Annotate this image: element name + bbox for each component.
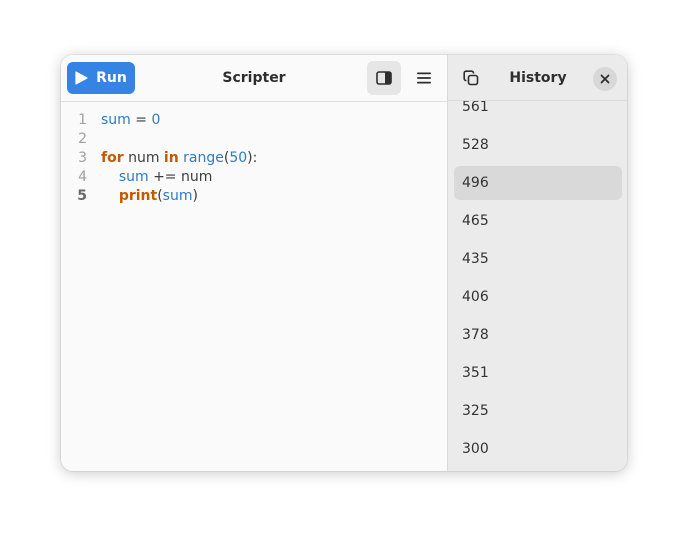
code-token: sum (118, 169, 149, 185)
play-icon (75, 71, 88, 85)
hamburger-menu-icon (417, 72, 431, 84)
history-item[interactable]: 351 (454, 356, 622, 390)
history-item[interactable]: 406 (454, 280, 622, 314)
copy-button[interactable] (454, 61, 488, 95)
history-item[interactable]: 528 (454, 128, 622, 162)
run-button[interactable]: Run (67, 62, 135, 94)
code-token: for (101, 150, 124, 166)
history-sidebar: History 561 528 496 465 435 406 378 351 325 300 (447, 55, 627, 471)
copy-icon (463, 70, 479, 86)
code-text: for num in range(50): (101, 149, 257, 168)
code-text: sum += num (101, 168, 213, 187)
line-number: 5 (77, 188, 87, 204)
history-list-content: 561 528 496 465 435 406 378 351 325 300 (448, 101, 627, 470)
code-text: print(sum) (101, 187, 198, 206)
code-text: sum = 0 (101, 111, 160, 130)
code-token: in (163, 150, 179, 166)
code-token: 50 (229, 150, 248, 166)
history-item[interactable]: 496 (454, 166, 622, 200)
code-line[interactable]: 5 print(sum) (61, 187, 447, 206)
history-item[interactable]: 435 (454, 242, 622, 276)
history-item[interactable]: 561 (454, 101, 622, 124)
code-line[interactable]: 1 sum = 0 (61, 111, 447, 130)
code-token: sum (101, 112, 131, 128)
code-token: range (183, 150, 224, 166)
history-list[interactable]: 561 528 496 465 435 406 378 351 325 300 (448, 101, 627, 471)
sidebar-panel-icon (376, 71, 392, 85)
line-number: 3 (78, 150, 87, 166)
code-token: += num (148, 169, 213, 185)
history-item[interactable]: 300 (454, 432, 622, 466)
code-token: ): (247, 150, 258, 166)
main-header-bar: Run Scripter (61, 55, 447, 102)
main-pane: Run Scripter 1 sum = 0 2 3 for num in range(… (61, 55, 447, 471)
run-button-label: Run (96, 70, 127, 86)
code-line[interactable]: 4 sum += num (61, 168, 447, 187)
code-token: sum (162, 188, 193, 204)
code-token: print (118, 188, 158, 204)
close-icon (600, 74, 610, 84)
main-menu-button[interactable] (407, 61, 441, 95)
history-item[interactable]: 325 (454, 394, 622, 428)
code-line[interactable]: 2 (61, 130, 447, 149)
code-token: = (130, 112, 152, 128)
history-item[interactable]: 378 (454, 318, 622, 352)
line-number: 1 (78, 112, 87, 128)
sidebar-toggle-button[interactable] (367, 61, 401, 95)
history-item[interactable]: 465 (454, 204, 622, 238)
history-header-bar: History (448, 55, 627, 101)
code-editor[interactable]: 1 sum = 0 2 3 for num in range(50): 4 sum += … (61, 102, 447, 471)
line-number: 4 (78, 169, 87, 185)
close-sidebar-button[interactable] (593, 67, 617, 91)
code-line[interactable]: 3 for num in range(50): (61, 149, 447, 168)
line-number: 2 (78, 131, 87, 147)
code-token: 0 (151, 112, 161, 128)
code-token: ) (192, 188, 198, 204)
code-token: num (123, 150, 164, 166)
scripter-window: Run Scripter 1 sum = 0 2 3 for num in range(… (61, 55, 627, 471)
